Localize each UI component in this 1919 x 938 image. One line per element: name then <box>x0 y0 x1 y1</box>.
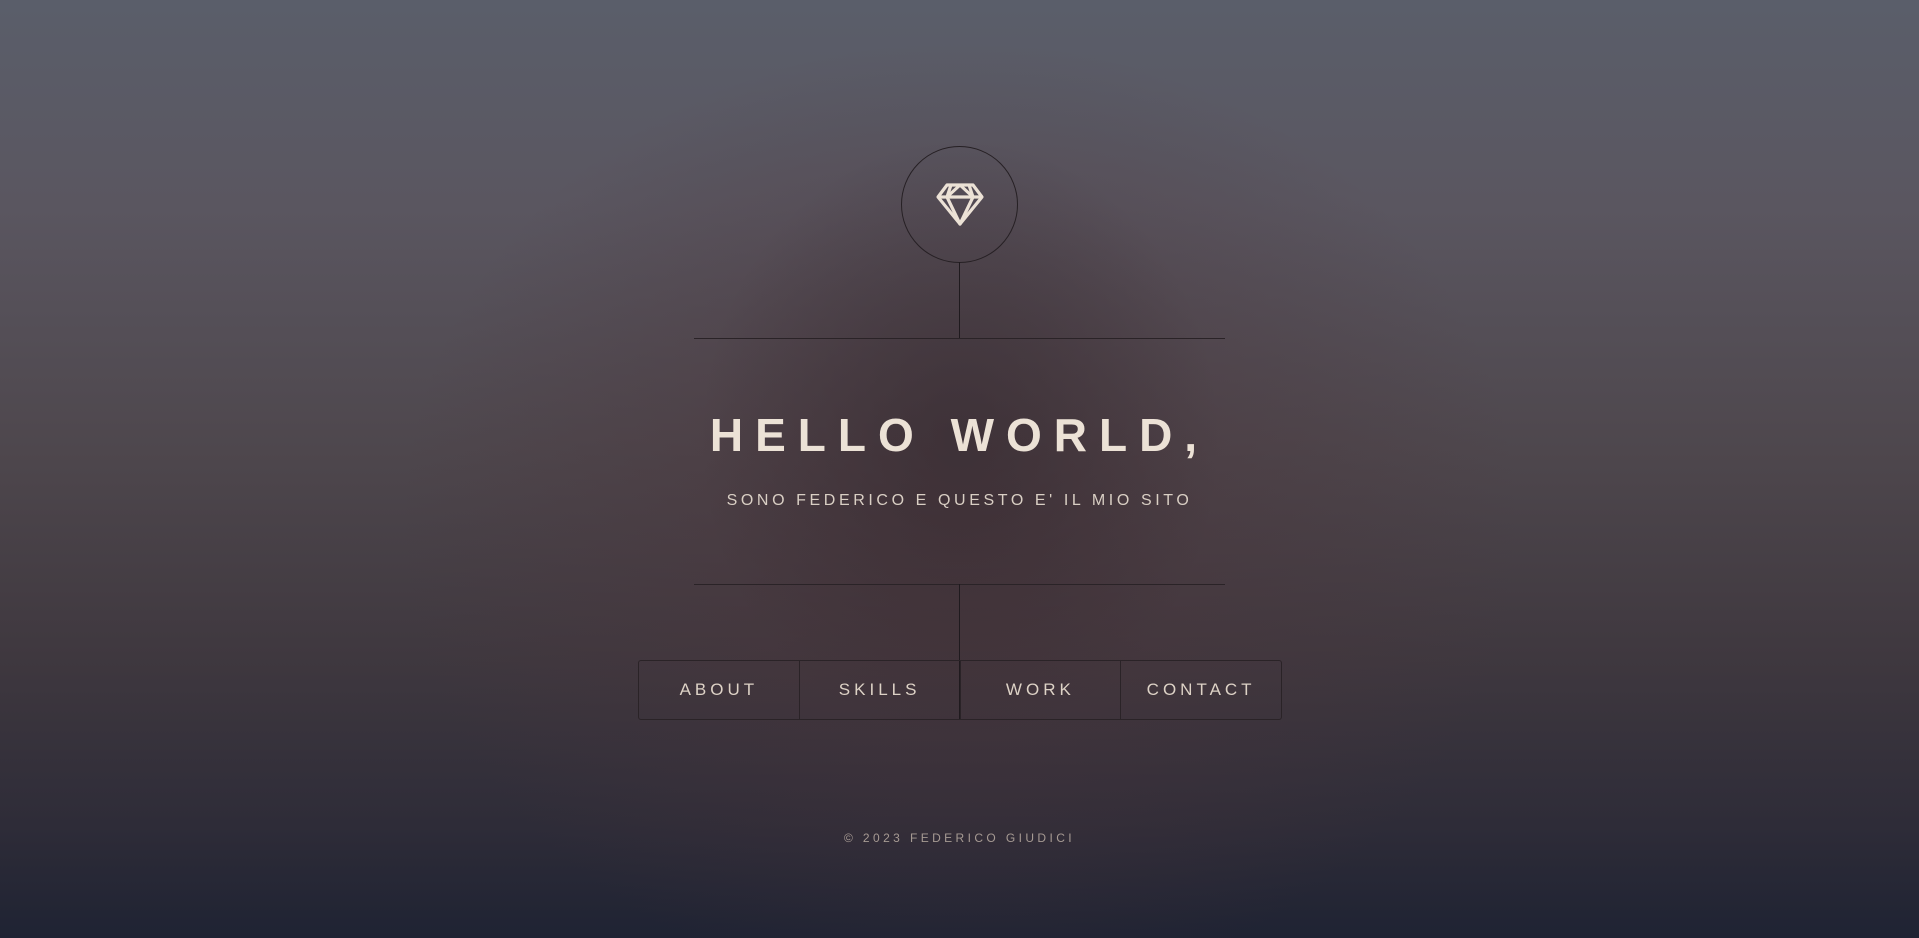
nav-work[interactable]: WORK <box>961 661 1122 719</box>
footer-copyright: © 2023 FEDERICO GIUDICI <box>843 831 1076 845</box>
page: HELLO WORLD, SONO FEDERICO E QUESTO E' I… <box>0 0 1919 938</box>
nav-skills[interactable]: SKILLS <box>800 661 961 719</box>
nav-contact[interactable]: CONTACT <box>1121 661 1281 719</box>
connector-top <box>959 262 960 338</box>
divider-top <box>694 338 1225 339</box>
page-subtitle: SONO FEDERICO E QUESTO E' IL MIO SITO <box>726 492 1193 509</box>
page-title: HELLO WORLD, <box>709 409 1210 461</box>
logo <box>901 146 1018 263</box>
nav-about[interactable]: ABOUT <box>639 661 800 719</box>
diamond-icon <box>935 182 984 226</box>
main-nav: ABOUT SKILLS WORK CONTACT <box>638 660 1282 720</box>
